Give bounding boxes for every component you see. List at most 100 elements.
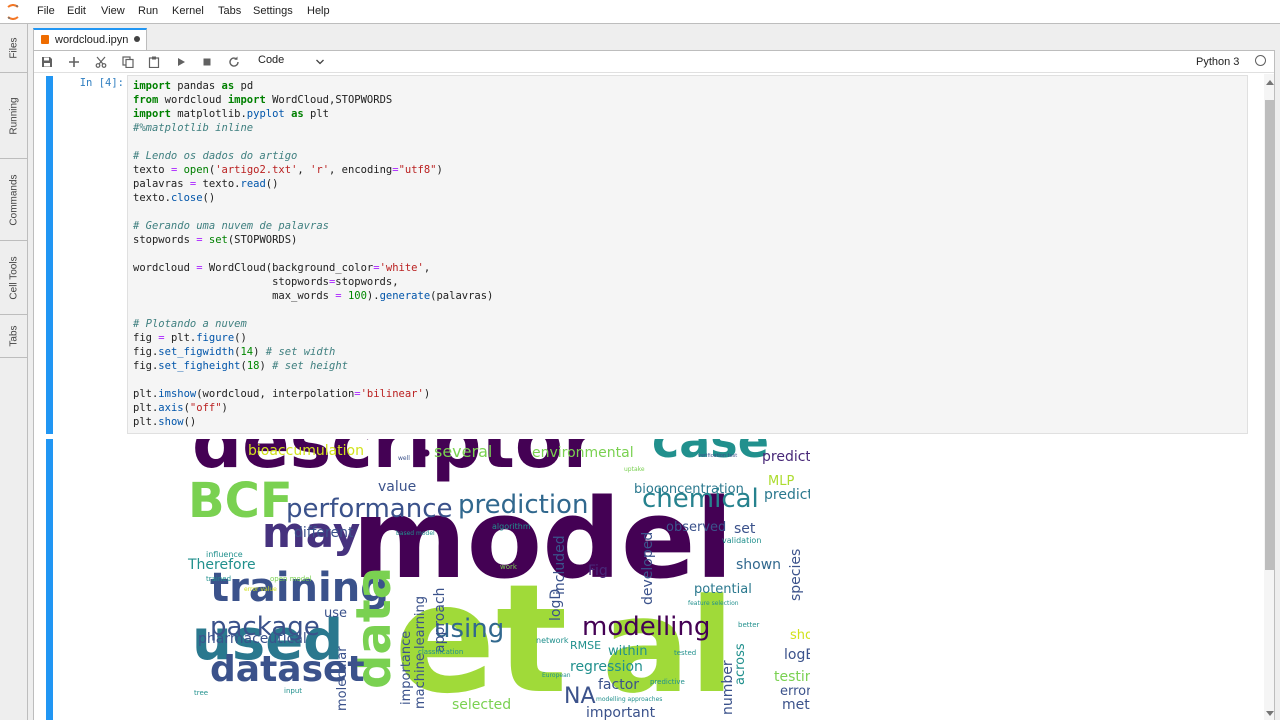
sidebar-tab-label: Files [8,37,19,59]
wordcloud-word: modelling approaches [596,696,662,703]
sidebar-tab-commands[interactable]: Commands [0,159,27,241]
notebook-icon [41,35,49,44]
wordcloud-word: verification test [698,453,737,459]
wordcloud-word: method [782,697,810,713]
wordcloud-word: use [324,606,347,621]
wordcloud-word: trained [206,575,231,583]
wordcloud-word: developed [640,532,656,605]
wordcloud-word: logD [548,589,564,621]
menu-edit[interactable]: Edit [67,5,86,17]
run-icon [178,57,185,66]
menu-kernel[interactable]: Kernel [172,5,204,17]
code-content: import pandas as pd from wordcloud impor… [133,80,494,428]
wordcloud-word: tree [194,689,208,697]
sidebar-tab-tabs[interactable]: Tabs [0,315,27,358]
wordcloud-word: error value [244,586,277,593]
wordcloud-word: selected [452,697,511,713]
wordcloud-word: Therefore [187,557,256,573]
wordcloud-word: tested [674,649,696,657]
wordcloud-word: observed [666,520,726,535]
wordcloud-word: predict [764,487,810,503]
wordcloud-word: RMSE [570,639,601,652]
wordcloud-word: performance [286,494,453,524]
wordcloud-word: European [542,672,571,679]
cell-collapser[interactable] [46,76,53,434]
chevron-down-icon [316,59,324,65]
run-button[interactable] [171,53,191,70]
wordcloud-word: within [608,644,647,659]
wordcloud-word: pharmaceutical [198,631,307,647]
wordcloud-word: modelling [582,612,710,642]
copy-button[interactable] [118,53,138,70]
wordcloud-word: open model [270,575,312,583]
menu-run[interactable]: Run [138,5,158,17]
menu-tabs[interactable]: Tabs [218,5,241,17]
wordcloud-word: Fig [588,563,608,579]
menu-help[interactable]: Help [307,5,330,17]
paste-icon [148,56,160,68]
notebook-tab-title: wordcloud.ipyn [55,34,129,46]
wordcloud-word: value [378,479,416,495]
paste-button[interactable] [144,53,164,70]
wordcloud-word: across [733,643,748,685]
scrollbar[interactable] [1264,74,1274,720]
sidebar-tab-label: Commands [8,173,19,226]
sidebar-tab-files[interactable]: Files [0,24,27,73]
wordcloud-word: bioaccumulation [248,443,364,459]
scroll-down-arrow-icon[interactable] [1266,711,1274,716]
wordcloud-word: feature selection [688,600,739,607]
wordcloud-word: species [788,549,804,601]
scrollbar-thumb[interactable] [1265,100,1274,570]
code-editor[interactable]: import pandas as pd from wordcloud impor… [127,75,1248,434]
wordcloud-word: well [398,455,410,462]
cell-type-select[interactable]: Code [258,54,328,69]
add-cell-icon [69,56,79,67]
unsaved-indicator-icon[interactable] [134,36,140,42]
wordcloud-word: work [500,563,518,571]
menu-bar: File Edit View Run Kernel Tabs Settings … [0,0,1280,24]
wordcloud-word: based model [396,530,435,537]
copy-icon [122,55,134,68]
wordcloud-word: testing [774,669,810,685]
wordcloud-word: better [738,621,760,629]
scroll-up-arrow-icon[interactable] [1266,80,1274,85]
wordcloud-word: predicted [762,449,810,465]
wordcloud-image: modelet aldescriptor caseBCFmayusedtrainin… [187,439,810,720]
wordcloud-word: factor [598,677,639,693]
wordcloud-word: bioconcentration [634,482,744,497]
stop-icon [203,58,211,65]
menu-settings[interactable]: Settings [253,5,293,17]
sidebar-tab-label: Running [8,96,19,135]
cut-button[interactable] [91,53,111,70]
wordcloud-word: showed [790,628,810,643]
wordcloud-word: input [284,687,302,695]
output-collapser[interactable] [46,439,53,720]
wordcloud-word: set [734,521,756,537]
menu-file[interactable]: File [37,5,55,17]
wordcloud-word: validation [722,536,761,545]
notebook-panel: Code Python 3 In [4]: import pandas as p… [33,50,1275,720]
save-icon [42,56,52,67]
wordcloud-word: different [294,525,354,541]
add-cell-button[interactable] [64,53,84,70]
wordcloud-word: uptake [624,466,645,473]
stop-button[interactable] [197,53,217,70]
notebook-toolbar: Code Python 3 [34,51,1274,73]
sidebar-tab-cell-tools[interactable]: Cell Tools [0,241,27,315]
sidebar-tab-running[interactable]: Running [0,73,27,159]
wordcloud-word: importance [399,631,414,705]
wordcloud-word: environmental [532,445,634,461]
restart-button[interactable] [224,53,244,70]
document-tab-bar: wordcloud.ipyn [33,28,1275,50]
wordcloud-word: important [586,705,656,720]
notebook-tab[interactable]: wordcloud.ipyn [33,28,147,50]
output-area: model et al descriptor case BCF may used trainin… [162,439,810,720]
kernel-name[interactable]: Python 3 [1196,56,1239,68]
wordcloud-dot [422,449,430,457]
jupyter-logo-icon [7,4,19,20]
wordcloud-word: prediction [458,490,588,520]
wordcloud-word: network [536,636,569,645]
save-button[interactable] [37,53,57,70]
wordcloud-word: classification [418,648,463,656]
menu-view[interactable]: View [101,5,125,17]
